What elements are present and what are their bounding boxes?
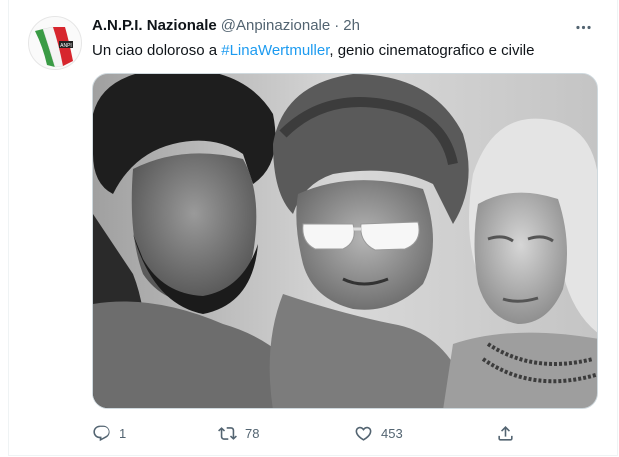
reply-icon [93, 425, 110, 441]
avatar[interactable]: ANPI [28, 16, 82, 70]
tweet-text: Un ciao doloroso a #LinaWertmuller, geni… [92, 42, 534, 59]
user-handle[interactable]: @Anpinazionale [221, 17, 330, 34]
more-options-button[interactable] [568, 12, 598, 42]
separator-dot: · [334, 17, 340, 34]
more-horizontal-icon [575, 25, 591, 29]
share-icon [498, 425, 513, 441]
retweet-count: 78 [245, 425, 260, 441]
share-button[interactable] [496, 421, 515, 445]
retweet-icon [218, 426, 237, 440]
tweet-actions: 1 78 453 [84, 421, 524, 445]
italian-flag-logo-icon: ANPI [29, 17, 81, 69]
heart-icon [355, 426, 372, 441]
like-button[interactable]: 453 [354, 421, 403, 445]
like-count: 453 [381, 425, 403, 441]
black-and-white-photo [93, 74, 597, 408]
reply-count: 1 [119, 425, 127, 441]
svg-text:ANPI: ANPI [60, 43, 72, 49]
tweet-text-start: Un ciao doloroso a [92, 42, 222, 59]
tweet-header: A.N.P.I. Nazionale @Anpinazionale · 2h [92, 17, 360, 37]
tweet-photo[interactable] [92, 73, 598, 409]
retweet-button[interactable]: 78 [218, 421, 259, 445]
timestamp[interactable]: 2h [343, 17, 360, 34]
tweet-text-end: , genio cinematografico e civile [329, 42, 535, 59]
hashtag-link[interactable]: #LinaWertmuller [221, 42, 329, 59]
display-name[interactable]: A.N.P.I. Nazionale [92, 17, 217, 34]
reply-button[interactable]: 1 [92, 421, 126, 445]
